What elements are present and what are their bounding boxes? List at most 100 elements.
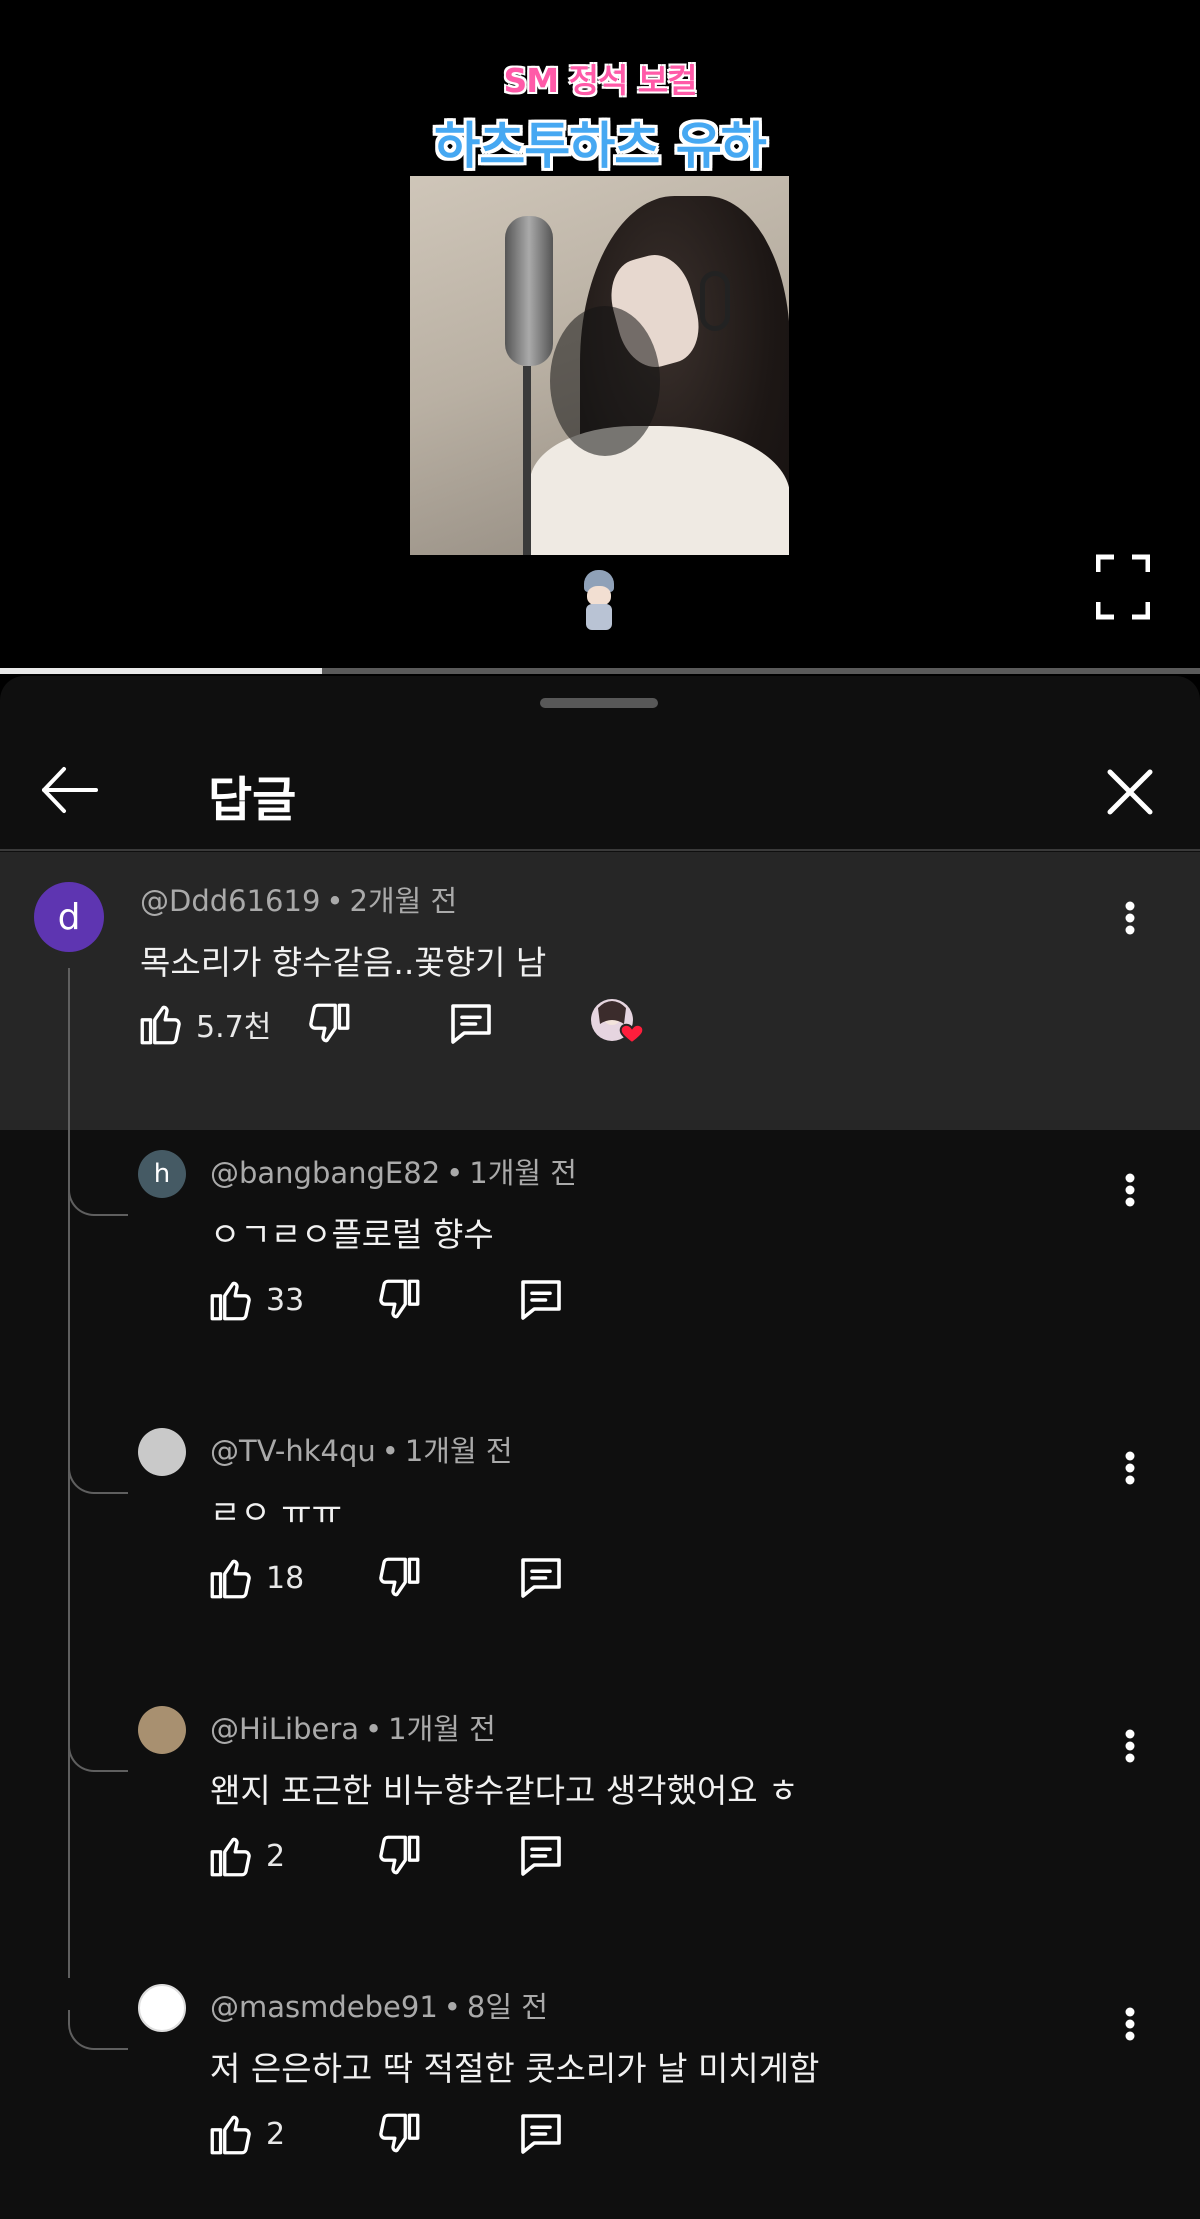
comment-time: 1개월 전 [388, 1712, 496, 1746]
reply-icon [451, 1004, 491, 1044]
reply-button[interactable] [514, 1270, 568, 1330]
comment-time: 2개월 전 [349, 884, 458, 918]
like-count: 18 [266, 1560, 305, 1596]
thumbs-up-icon [210, 2115, 251, 2155]
close-icon [1107, 769, 1153, 815]
creator-heart-badge[interactable] [588, 994, 648, 1054]
comment-meta: @HiLibera • 1개월 전 [210, 1712, 496, 1746]
like-button[interactable]: 2 [206, 2104, 285, 2164]
reply-icon [521, 2114, 561, 2154]
comment-time: 8일 전 [466, 1990, 548, 2024]
reply-button[interactable] [514, 2104, 568, 2164]
like-button[interactable]: 5.7천 [136, 994, 271, 1054]
reply-button[interactable] [514, 1548, 568, 1608]
comment-meta: @Ddd61619 • 2개월 전 [140, 884, 458, 918]
reply-comment: h @bangbangE82 • 1개월 전 ㅇㄱㄹㅇ플로럴 향수 33 [0, 1130, 1200, 1408]
like-count: 33 [266, 1282, 305, 1318]
comment-actions: 2 [206, 2104, 606, 2164]
avatar[interactable]: d [34, 882, 104, 952]
avatar[interactable]: h [138, 1150, 186, 1198]
thumbs-down-icon [379, 2113, 420, 2153]
comment-text: ㅇㄱㄹㅇ플로럴 향수 [210, 1215, 494, 1254]
like-button[interactable]: 2 [206, 1826, 285, 1886]
thumbs-down-icon [309, 1003, 350, 1043]
avatar[interactable] [138, 1428, 186, 1476]
header-divider [0, 849, 1200, 851]
reply-comment: @masmdebe91 • 8일 전 저 은은하고 딱 적절한 콧소리가 날 미치게… [0, 1964, 1200, 2219]
comment-text: 왠지 포근한 비누향수같다고 생각했어요 ㅎ [210, 1771, 799, 1810]
comment-handle[interactable]: @bangbangE82 [210, 1156, 440, 1190]
like-count: 2 [266, 1838, 286, 1874]
close-button[interactable] [1090, 756, 1170, 828]
more-vert-icon [1125, 901, 1135, 935]
dislike-button[interactable] [374, 1826, 424, 1886]
comment-text: ㄹㅇ ㅠㅠ [210, 1493, 342, 1532]
reply-comment: @HiLibera • 1개월 전 왠지 포근한 비누향수같다고 생각했어요 ㅎ 2 [0, 1686, 1200, 1964]
reply-icon [521, 1558, 561, 1598]
reply-icon [521, 1280, 561, 1320]
dislike-button[interactable] [304, 994, 354, 1054]
more-options-button[interactable] [1110, 888, 1150, 948]
reply-button[interactable] [514, 1826, 568, 1886]
thumbs-up-icon [140, 1005, 181, 1045]
avatar-letter: h [153, 1159, 171, 1189]
video-caption-bottom: 하츠투하츠 유하 [434, 117, 766, 175]
sheet-title: 답글 [208, 772, 297, 828]
comment-actions: 2 [206, 1826, 606, 1886]
video-player[interactable]: SM 정석 보컬 하츠투하츠 유하 [0, 0, 1200, 668]
more-vert-icon [1125, 1173, 1135, 1207]
fullscreen-icon[interactable] [1095, 554, 1151, 620]
avatar-letter: d [57, 896, 81, 938]
parent-comment: d @Ddd61619 • 2개월 전 목소리가 향수같음..꽃향기 남 5.7천 [0, 852, 1200, 1130]
avatar[interactable] [138, 1706, 186, 1754]
reply-icon [521, 1836, 561, 1876]
thumbs-down-icon [379, 1279, 420, 1319]
more-vert-icon [1125, 1451, 1135, 1485]
arrow-left-icon [42, 767, 98, 813]
reply-comment: @TV-hk4qu • 1개월 전 ㄹㅇ ㅠㅠ 18 [0, 1408, 1200, 1686]
thumbs-down-icon [379, 1557, 420, 1597]
thumbs-up-icon [210, 1837, 251, 1877]
back-button[interactable] [32, 754, 112, 826]
more-options-button[interactable] [1110, 1438, 1150, 1498]
more-options-button[interactable] [1110, 1716, 1150, 1776]
thumbs-up-icon [210, 1281, 251, 1321]
reply-button[interactable] [444, 994, 498, 1054]
more-options-button[interactable] [1110, 1160, 1150, 1220]
avatar[interactable] [138, 1984, 186, 2032]
more-options-button[interactable] [1110, 1994, 1150, 2054]
comment-actions: 33 [206, 1270, 606, 1330]
thumbs-down-icon [379, 1835, 420, 1875]
comment-time: 1개월 전 [469, 1156, 577, 1190]
comment-meta: @TV-hk4qu • 1개월 전 [210, 1434, 513, 1468]
dislike-button[interactable] [374, 1548, 424, 1608]
like-count: 5.7천 [196, 1010, 272, 1045]
more-vert-icon [1125, 2007, 1135, 2041]
comment-handle[interactable]: @masmdebe91 [210, 1990, 438, 2024]
comment-handle[interactable]: @TV-hk4qu [210, 1434, 376, 1468]
video-progress-fill [0, 668, 322, 674]
comment-meta: @bangbangE82 • 1개월 전 [210, 1156, 577, 1190]
like-button[interactable]: 33 [206, 1270, 304, 1330]
comment-text: 저 은은하고 딱 적절한 콧소리가 날 미치게함 [210, 2049, 820, 2088]
video-progress-bar[interactable] [0, 668, 1200, 674]
more-vert-icon [1125, 1729, 1135, 1763]
replies-sheet: 답글 d @Ddd61619•2개월 전 목소리가 향수같음..꽃향기 남 [0, 676, 1200, 2219]
dislike-button[interactable] [374, 2104, 424, 2164]
comment-time: 1개월 전 [404, 1434, 513, 1468]
sheet-header: 답글 [0, 730, 1200, 850]
video-frame-image [410, 176, 789, 555]
thumbs-up-icon [210, 1559, 251, 1599]
like-count: 2 [266, 2116, 286, 2152]
comment-meta: @masmdebe91 • 8일 전 [210, 1990, 548, 2024]
chibi-sticker [580, 570, 618, 634]
comment-text: 목소리가 향수같음..꽃향기 남 [140, 943, 547, 982]
like-button[interactable]: 18 [206, 1548, 304, 1608]
dislike-button[interactable] [374, 1270, 424, 1330]
video-caption-top: SM 정석 보컬 [503, 61, 697, 100]
comment-handle[interactable]: @HiLibera [210, 1712, 359, 1746]
comment-actions: 5.7천 [136, 994, 696, 1054]
drag-handle[interactable] [540, 698, 658, 708]
comment-handle[interactable]: @Ddd61619 [140, 884, 320, 918]
comment-actions: 18 [206, 1548, 606, 1608]
